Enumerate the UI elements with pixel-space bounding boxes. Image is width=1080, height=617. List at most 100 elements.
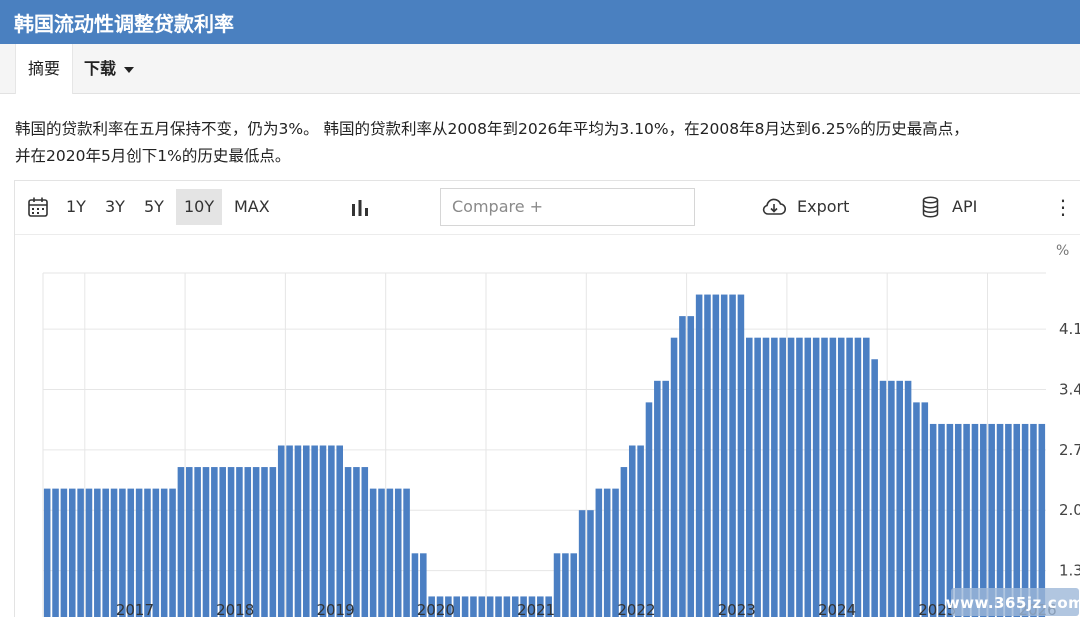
bar: [144, 488, 151, 617]
bar: [720, 294, 728, 617]
bar: [394, 488, 402, 617]
bar: [336, 445, 343, 617]
bar: [863, 337, 870, 617]
watermark-text: www.365jz.com: [946, 594, 1080, 612]
y-tick-label: 3.4: [1059, 380, 1080, 398]
bar: [85, 488, 93, 617]
bar: [135, 488, 143, 617]
description: 韩国的贷款利率在五月保持不变，仍为3%。 韩国的贷款利率从2008年到2026年…: [15, 116, 1080, 170]
bar: [612, 488, 619, 617]
bar: [670, 337, 678, 617]
bar: [227, 467, 235, 617]
bar: [110, 488, 118, 617]
y-tick-label: 1.3: [1059, 562, 1080, 580]
bar: [303, 445, 310, 617]
bar: [821, 337, 828, 617]
bar: [77, 488, 84, 617]
bar: [344, 467, 352, 617]
page-title: 韩国流动性调整贷款利率: [14, 12, 234, 36]
bar: [662, 380, 669, 617]
bar: [378, 488, 385, 617]
bar: [620, 467, 628, 617]
bar: [737, 294, 745, 617]
bar: [160, 488, 168, 617]
bar: [277, 445, 285, 617]
bar: [679, 316, 686, 617]
bar: [503, 596, 511, 617]
bar: [562, 553, 569, 617]
bar: [603, 488, 611, 617]
bar: [486, 596, 494, 617]
bar: [812, 337, 820, 617]
bar: [871, 359, 878, 617]
bar: [261, 467, 268, 617]
tab-download[interactable]: 下载: [84, 44, 135, 94]
tab-download-label: 下载: [84, 59, 117, 78]
bar: [219, 467, 226, 617]
bar: [244, 467, 252, 617]
bar: [938, 423, 945, 617]
description-line-2: 并在2020年5月创下1%的历史最低点。: [15, 147, 291, 165]
bar: [252, 467, 260, 617]
bar: [495, 596, 502, 617]
bar: [829, 337, 837, 617]
bar: [904, 380, 912, 617]
bar: [328, 445, 335, 617]
bar: [779, 337, 786, 617]
bar: [695, 294, 703, 617]
bar: [152, 488, 160, 617]
chart-panel: 1Y 3Y 5Y 10Y MAX Compare + Export API ⋮ …: [14, 180, 1080, 617]
bar: [771, 337, 778, 617]
bar: [913, 402, 920, 617]
bar: [929, 423, 937, 617]
bar-chart: 1.3 2.0 2.7 3.4 4.1% 2017 2018 2019 2020 2021 2022…: [42, 243, 1080, 617]
bar: [637, 445, 644, 617]
bar: [846, 337, 853, 617]
bar: [578, 510, 586, 617]
bar: [119, 488, 126, 617]
y-tick-label: 2.0: [1059, 501, 1080, 519]
bar: [202, 467, 210, 617]
x-tick-label: 2024: [818, 601, 856, 617]
bar: [787, 337, 795, 617]
tab-summary[interactable]: 摘要: [15, 44, 73, 94]
bar: [595, 488, 603, 617]
bar: [194, 467, 201, 617]
x-tick-label: 2018: [216, 601, 254, 617]
bar: [127, 488, 135, 617]
bar: [888, 380, 895, 617]
bar: [628, 445, 636, 617]
bar: [754, 337, 761, 617]
bar: [94, 488, 101, 617]
bar: [102, 488, 109, 617]
x-tick-label: 2022: [617, 601, 655, 617]
bar: [52, 488, 59, 617]
bar: [687, 316, 695, 617]
bar: [319, 445, 327, 617]
bar: [804, 337, 812, 617]
bar: [386, 488, 394, 617]
x-tick-label: 2021: [517, 601, 555, 617]
bar: [169, 488, 176, 617]
bar: [185, 467, 193, 617]
caret-down-icon: [124, 66, 135, 73]
bar: [43, 488, 51, 617]
bar: [796, 337, 803, 617]
bar: [369, 488, 377, 617]
bar: [762, 337, 770, 617]
y-tick-label: 2.7: [1059, 441, 1080, 459]
description-line-1: 韩国的贷款利率在五月保持不变，仍为3%。 韩国的贷款利率从2008年到2026年…: [15, 120, 969, 138]
bar: [746, 337, 753, 617]
bar: [896, 380, 904, 617]
bar: [403, 488, 410, 617]
bar: [211, 467, 218, 617]
bar: [837, 337, 845, 617]
bar: [654, 380, 661, 617]
tab-bar: 摘要 下载: [0, 44, 1080, 94]
bar: [879, 380, 887, 617]
bar: [236, 467, 243, 617]
bar: [704, 294, 711, 617]
y-tick-label: 4.1: [1059, 320, 1080, 338]
bar: [946, 423, 954, 617]
bar: [729, 294, 736, 617]
